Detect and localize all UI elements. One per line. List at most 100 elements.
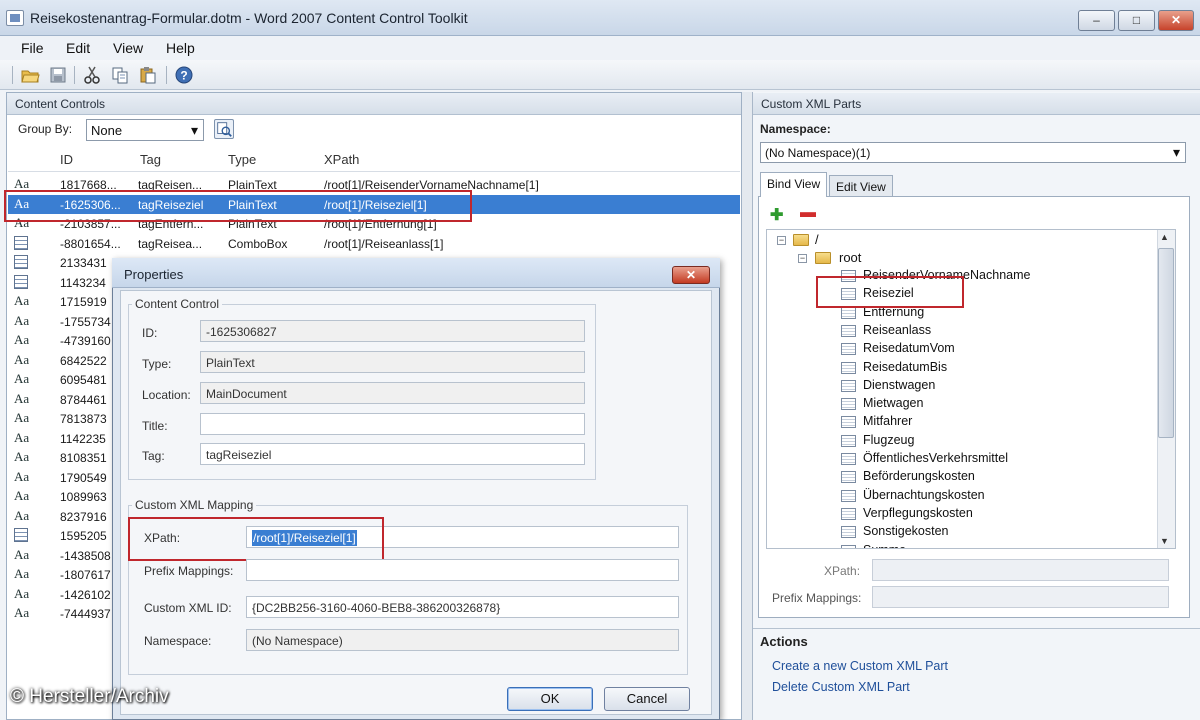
- xpath-field[interactable]: [872, 559, 1169, 581]
- menu-help[interactable]: Help: [166, 40, 195, 56]
- scroll-up-icon[interactable]: ▲: [1160, 232, 1169, 242]
- close-button[interactable]: ✕: [1158, 10, 1194, 31]
- tab-bind-view[interactable]: Bind View: [760, 172, 828, 197]
- column-header-type[interactable]: Type: [228, 152, 256, 167]
- actions-title: Actions: [760, 634, 808, 649]
- add-icon[interactable]: ✚: [770, 205, 783, 225]
- remove-icon[interactable]: ▬: [800, 204, 816, 222]
- tree-node-label: Mitfahrer: [863, 414, 913, 429]
- custom-xml-mapping-group-title: Custom XML Mapping: [132, 498, 257, 512]
- help-icon[interactable]: ?: [174, 65, 194, 85]
- menu-edit[interactable]: Edit: [66, 40, 90, 56]
- group-by-select[interactable]: None: [86, 119, 204, 141]
- tag-field[interactable]: tagReiseziel: [200, 443, 585, 465]
- plaintext-icon: Aa: [14, 410, 30, 425]
- folder-icon: [815, 252, 831, 264]
- tree-node-label: Summe: [863, 543, 906, 549]
- highlight-xpath-mapping: [128, 517, 384, 561]
- menu-view[interactable]: View: [113, 40, 143, 56]
- maximize-button[interactable]: □: [1118, 10, 1155, 31]
- xml-element-icon: [841, 379, 856, 392]
- cancel-button[interactable]: Cancel: [604, 687, 690, 711]
- minimize-button[interactable]: –: [1078, 10, 1115, 31]
- table-row[interactable]: -8801654... tagReisea... ComboBox/root[1]/…: [8, 234, 740, 254]
- column-header-tag[interactable]: Tag: [140, 152, 161, 167]
- prefix-mappings-label: Prefix Mappings:: [772, 591, 862, 605]
- group-by-label: Group By:: [18, 122, 73, 136]
- column-header-xpath[interactable]: XPath: [324, 152, 359, 167]
- dialog-close-button[interactable]: ✕: [672, 266, 710, 284]
- namespace-field[interactable]: (No Namespace): [246, 629, 679, 651]
- content-controls-header: Content Controls: [7, 93, 741, 115]
- tree-node-label: Reiseanlass: [863, 322, 932, 337]
- panel-splitter[interactable]: [742, 92, 752, 720]
- tree-node[interactable]: Dienstwagen: [767, 377, 1147, 395]
- tree-node[interactable]: Summe: [767, 542, 1147, 549]
- group-by-value: None: [91, 123, 123, 138]
- xml-element-icon: [841, 306, 856, 319]
- refresh-icon[interactable]: [214, 119, 234, 139]
- list-header-divider: [8, 171, 740, 172]
- paste-icon[interactable]: [138, 65, 158, 85]
- plaintext-icon: Aa: [14, 488, 30, 503]
- tree-node[interactable]: Mitfahrer: [767, 413, 1147, 431]
- xml-element-icon: [841, 416, 856, 429]
- custom-xml-id-field[interactable]: {DC2BB256-3160-4060-BEB8-386200326878}: [246, 596, 679, 618]
- create-xml-part-link[interactable]: Create a new Custom XML Part: [772, 659, 948, 673]
- column-header-id[interactable]: ID: [60, 152, 73, 167]
- menu-file[interactable]: File: [21, 40, 44, 56]
- plaintext-icon: Aa: [14, 546, 30, 562]
- tree-node[interactable]: ReisedatumVom: [767, 340, 1147, 358]
- cell-type: ComboBox: [228, 236, 288, 251]
- copy-icon[interactable]: [110, 65, 130, 85]
- plaintext-icon: Aa: [14, 371, 30, 386]
- tree-node-label: ÖffentlichesVerkehrsmittel: [863, 451, 1008, 465]
- ok-button[interactable]: OK: [507, 687, 593, 711]
- open-folder-icon[interactable]: [20, 65, 40, 85]
- id-field[interactable]: -1625306827: [200, 320, 585, 342]
- type-field[interactable]: PlainText: [200, 351, 585, 373]
- tree-node[interactable]: Reiseanlass: [767, 322, 1147, 340]
- xml-element-icon: [841, 361, 856, 374]
- plaintext-icon: Aa: [14, 351, 30, 367]
- plaintext-icon: Aa: [14, 507, 30, 523]
- xml-element-icon: [841, 489, 856, 502]
- cut-icon[interactable]: [82, 65, 102, 85]
- content-control-group-title: Content Control: [132, 297, 223, 311]
- namespace-select[interactable]: (No Namespace)(1): [760, 142, 1186, 163]
- tree-node[interactable]: Sonstigekosten: [767, 523, 1147, 541]
- xml-element-icon: [841, 434, 856, 447]
- combobox-icon: [14, 235, 28, 250]
- xml-element-icon: [841, 507, 856, 520]
- id-label: ID:: [142, 326, 158, 340]
- tree-node[interactable]: Flugzeug: [767, 432, 1147, 450]
- namespace-label: Namespace:: [760, 122, 831, 136]
- prefix-mappings-field[interactable]: [872, 586, 1169, 608]
- xml-element-icon: [841, 324, 856, 337]
- tree-node[interactable]: ReisedatumBis: [767, 359, 1147, 377]
- tab-edit-view[interactable]: Edit View: [829, 175, 893, 196]
- location-field[interactable]: MainDocument: [200, 382, 585, 404]
- namespace-field-label: Namespace:: [144, 634, 212, 648]
- collapse-root-icon[interactable]: −: [777, 236, 786, 245]
- actions-section: [753, 628, 1200, 654]
- delete-xml-part-link[interactable]: Delete Custom XML Part: [772, 680, 910, 694]
- scroll-down-icon[interactable]: ▼: [1160, 536, 1169, 546]
- tree-node-label: Übernachtungskosten: [863, 487, 985, 502]
- save-icon[interactable]: [48, 65, 68, 85]
- title-field[interactable]: [200, 413, 585, 435]
- tree-scroll-thumb[interactable]: [1158, 248, 1174, 438]
- tree-node[interactable]: Verpflegungskosten: [767, 505, 1147, 523]
- tree-node[interactable]: ÖffentlichesVerkehrsmittel: [767, 450, 1147, 468]
- tree-node-root[interactable]: root: [839, 250, 861, 265]
- tree-node[interactable]: Beförderungskosten: [767, 468, 1147, 486]
- plaintext-icon: Aa: [14, 566, 30, 581]
- collapse-root-node-icon[interactable]: −: [798, 254, 807, 263]
- tree-node[interactable]: Übernachtungskosten: [767, 487, 1147, 505]
- mapping-prefix-field[interactable]: [246, 559, 679, 581]
- plaintext-icon: Aa: [14, 468, 30, 484]
- tree-node[interactable]: Mietwagen: [767, 395, 1147, 413]
- dialog-title-bar: [112, 258, 720, 288]
- tree-node-label: Mietwagen: [863, 396, 924, 411]
- tree-root-label[interactable]: /: [815, 232, 819, 247]
